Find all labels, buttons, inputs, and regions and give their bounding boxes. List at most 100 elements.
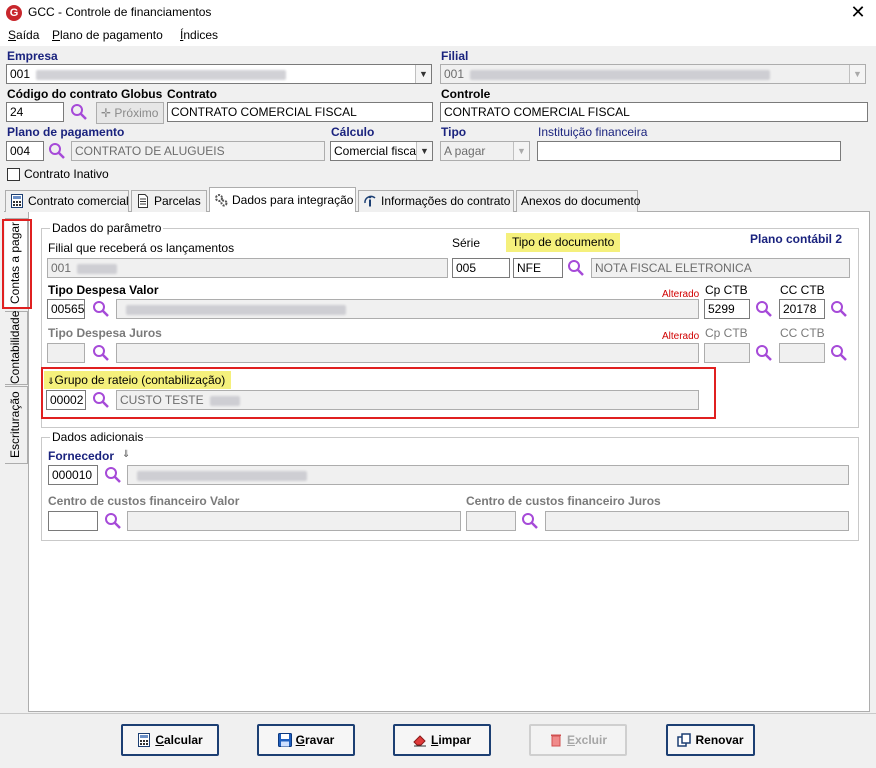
cc-ctb-juros-label: CC CTB bbox=[780, 326, 825, 340]
fornecedor-desc bbox=[127, 465, 849, 485]
tab-anexos-documento[interactable]: Anexos do documento bbox=[516, 190, 640, 212]
menu-plano-pagamento[interactable]: Plano de pagamento bbox=[52, 28, 163, 42]
cp-ctb-juros-label: Cp CTB bbox=[705, 326, 748, 340]
filial-lancamentos-field: 001 bbox=[47, 258, 448, 278]
contrato-field[interactable]: CONTRATO COMERCIAL FISCAL bbox=[167, 102, 433, 122]
grupo-rateio-code[interactable]: 00002 bbox=[46, 390, 86, 410]
search-icon[interactable] bbox=[830, 300, 848, 318]
alterado-label-valor: Alterado bbox=[662, 289, 700, 300]
tab-contrato-comercial[interactable]: Contrato comercial bbox=[5, 190, 129, 212]
alterado-label-juros: Alterado bbox=[662, 331, 700, 342]
cc-fin-valor-label: Centro de custos financeiro Valor bbox=[48, 494, 240, 508]
calculator-icon bbox=[137, 729, 151, 747]
info-icon bbox=[363, 194, 377, 208]
eraser-icon bbox=[413, 729, 427, 747]
plano-pagamento-desc: CONTRATO DE ALUGUEIS bbox=[71, 141, 325, 161]
empresa-combo[interactable]: 001 ▼ bbox=[6, 64, 432, 84]
search-icon[interactable] bbox=[104, 512, 122, 530]
codigo-contrato-label: Código do contrato Globus bbox=[7, 87, 163, 101]
tipo-label: Tipo bbox=[441, 125, 467, 139]
cc-fin-juros-label: Centro de custos financeiro Juros bbox=[466, 494, 661, 508]
dados-adicionais-title: Dados adicionais bbox=[50, 430, 146, 444]
tipo-despesa-juros-code[interactable] bbox=[47, 343, 85, 363]
grupo-rateio-desc: CUSTO TESTE bbox=[116, 390, 699, 410]
tipo-despesa-valor-code[interactable]: 00565 bbox=[47, 299, 85, 319]
plano-pagamento-code[interactable]: 004 bbox=[6, 141, 44, 161]
bottom-separator bbox=[0, 713, 876, 714]
tab-parcelas[interactable]: Parcelas bbox=[131, 190, 207, 212]
contrato-inativo-checkbox[interactable] bbox=[7, 168, 20, 181]
plano-pagamento-label: Plano de pagamento bbox=[7, 125, 125, 139]
cc-ctb-field[interactable]: 20178 bbox=[779, 299, 825, 319]
menu-saida[interactable]: Saída bbox=[8, 28, 39, 42]
calculator-icon bbox=[10, 194, 24, 208]
tipo-despesa-valor-label: Tipo Despesa Valor bbox=[48, 283, 159, 297]
arrow-down-icon: ⇓ bbox=[122, 449, 131, 460]
controle-label: Controle bbox=[441, 87, 491, 101]
search-icon[interactable] bbox=[92, 300, 110, 318]
contrato-inativo-label: Contrato Inativo bbox=[24, 167, 109, 181]
cc-ctb-label: CC CTB bbox=[780, 283, 825, 297]
fornecedor-label: Fornecedor bbox=[48, 449, 115, 463]
search-icon[interactable] bbox=[830, 344, 848, 362]
cp-ctb-juros-field[interactable] bbox=[704, 343, 750, 363]
serie-field[interactable]: 005 bbox=[452, 258, 510, 278]
search-icon[interactable] bbox=[48, 142, 66, 160]
close-button[interactable]: ✕ bbox=[840, 0, 876, 26]
gears-icon bbox=[214, 191, 228, 207]
fornecedor-code[interactable]: 000010 bbox=[48, 465, 98, 485]
search-icon[interactable] bbox=[521, 512, 539, 530]
window-title: GCC - Controle de financiamentos bbox=[28, 5, 212, 19]
tab-dados-integracao[interactable]: Dados para integração bbox=[209, 187, 356, 212]
trash-icon bbox=[549, 729, 563, 747]
grupo-rateio-label: ⇓Grupo de rateio (contabilização) bbox=[44, 371, 232, 389]
highlight-box-contas-pagar bbox=[2, 219, 32, 309]
tipo-documento-label: Tipo de documento bbox=[506, 233, 621, 252]
renovar-button[interactable]: Renovar bbox=[666, 724, 755, 756]
serie-label: Série bbox=[452, 236, 481, 250]
renew-icon bbox=[677, 729, 692, 747]
arrow-down-icon: ⇓ bbox=[47, 376, 55, 386]
search-icon[interactable] bbox=[755, 300, 773, 318]
calculo-label: Cálculo bbox=[331, 125, 375, 139]
save-icon bbox=[277, 729, 292, 747]
codigo-contrato-field[interactable]: 24 bbox=[6, 102, 64, 122]
cc-ctb-juros-field[interactable] bbox=[779, 343, 825, 363]
filial-combo[interactable]: 001 ▼ bbox=[440, 64, 866, 84]
controle-field[interactable]: CONTRATO COMERCIAL FISCAL bbox=[440, 102, 868, 122]
cc-fin-juros-code[interactable] bbox=[466, 511, 516, 531]
filial-label: Filial bbox=[441, 49, 469, 63]
excluir-button[interactable]: Excluir bbox=[529, 724, 627, 756]
empresa-label: Empresa bbox=[7, 49, 58, 63]
instituicao-label: Instituição financeira bbox=[538, 125, 648, 139]
menu-indices[interactable]: Índices bbox=[180, 28, 218, 42]
gravar-button[interactable]: Gravar bbox=[257, 724, 355, 756]
search-icon[interactable] bbox=[92, 391, 110, 409]
search-icon[interactable] bbox=[92, 344, 110, 362]
limpar-button[interactable]: Limpar bbox=[393, 724, 491, 756]
tipo-documento-desc: NOTA FISCAL ELETRONICA bbox=[591, 258, 850, 278]
tab-informacoes-contrato[interactable]: Informações do contrato bbox=[358, 190, 514, 212]
side-tab-escrituracao[interactable]: Escrituração bbox=[5, 386, 28, 464]
cc-fin-valor-desc bbox=[127, 511, 461, 531]
cc-fin-juros-desc bbox=[545, 511, 849, 531]
cc-fin-valor-code[interactable] bbox=[48, 511, 98, 531]
search-icon[interactable] bbox=[104, 466, 122, 484]
tipo-despesa-juros-label: Tipo Despesa Juros bbox=[48, 326, 162, 340]
side-tab-contabilidade[interactable]: Contabilidade bbox=[5, 311, 28, 385]
calcular-button[interactable]: Calcular bbox=[121, 724, 219, 756]
proximo-button[interactable]: ✛ Próximo bbox=[96, 102, 164, 124]
tipo-despesa-valor-desc bbox=[116, 299, 699, 319]
tipo-combo[interactable]: A pagar ▼ bbox=[440, 141, 530, 161]
tipo-documento-code[interactable]: NFE bbox=[513, 258, 563, 278]
tipo-despesa-juros-desc bbox=[116, 343, 699, 363]
cp-ctb-label: Cp CTB bbox=[705, 283, 748, 297]
app-logo-icon: G bbox=[6, 5, 22, 21]
cp-ctb-field[interactable]: 5299 bbox=[704, 299, 750, 319]
instituicao-field[interactable] bbox=[537, 141, 841, 161]
search-icon[interactable] bbox=[755, 344, 773, 362]
calculo-combo[interactable]: Comercial fiscal ▼ bbox=[330, 141, 433, 161]
dados-parametro-title: Dados do parâmetro bbox=[50, 221, 164, 235]
search-icon[interactable] bbox=[567, 259, 585, 277]
search-icon[interactable] bbox=[70, 103, 88, 121]
